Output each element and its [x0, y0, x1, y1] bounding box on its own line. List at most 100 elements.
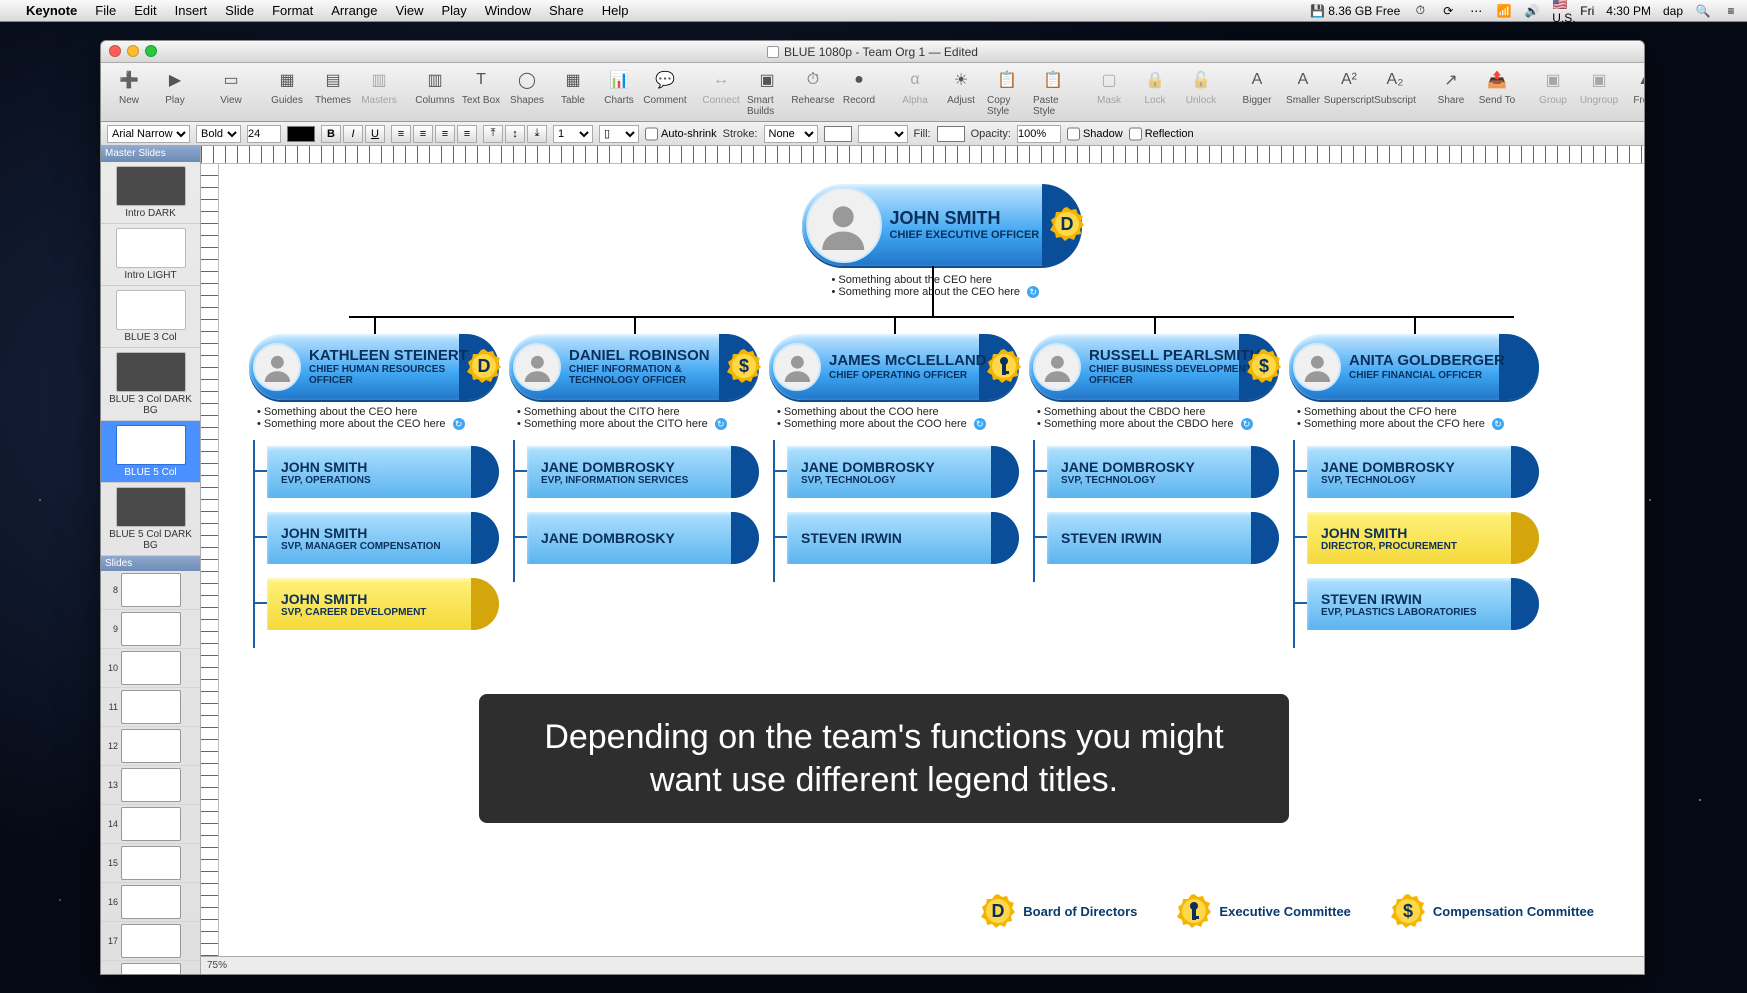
user-menu[interactable]: dap [1663, 4, 1683, 18]
toolbar-send-to[interactable]: 📤Send To [1477, 67, 1517, 106]
font-weight-select[interactable]: Bold [196, 125, 241, 143]
toolbar-guides[interactable]: ▦Guides [267, 67, 307, 106]
master-blue-5-col-dark-bg[interactable]: BLUE 5 Col DARK BG [101, 483, 200, 556]
toolbar-share[interactable]: ↗Share [1431, 67, 1471, 106]
disk-indicator[interactable]: 💾 8.36 GB Free [1310, 4, 1400, 18]
org-sub-0-1[interactable]: JOHN SMITHSVP, MANAGER COMPENSATION [267, 512, 499, 564]
font-family-select[interactable]: Arial Narrow [107, 125, 190, 143]
toolbar-rehearse[interactable]: ⏱Rehearse [793, 67, 833, 106]
close-button[interactable] [109, 45, 121, 57]
menu-play[interactable]: Play [441, 3, 466, 18]
timemachine-icon[interactable]: ⏱ [1412, 3, 1428, 18]
navigator-sidebar[interactable]: Master Slides Intro DARKIntro LIGHTBLUE … [101, 146, 201, 974]
reflection-check[interactable]: Reflection [1129, 125, 1194, 143]
toolbar-table[interactable]: ▦Table [553, 67, 593, 106]
slide-thumb-9[interactable]: 9 [101, 610, 200, 649]
notification-icon[interactable]: ≡ [1723, 4, 1739, 18]
menu-share[interactable]: Share [549, 3, 584, 18]
org-exec-3[interactable]: RUSSELL PEARLSMITHCHIEF BUSINESS DEVELOP… [1029, 334, 1279, 400]
line-spacing[interactable]: 1 [553, 125, 593, 143]
clock-day[interactable]: Fri [1580, 4, 1594, 18]
org-sub-0-2[interactable]: JOHN SMITHSVP, CAREER DEVELOPMENT [267, 578, 499, 630]
fill-swatch[interactable] [937, 126, 965, 142]
slide-thumb-16[interactable]: 16 [101, 883, 200, 922]
app-menu[interactable]: Keynote [26, 3, 77, 18]
toolbar-smart-builds[interactable]: ▣Smart Builds [747, 67, 787, 117]
opacity-input[interactable] [1017, 125, 1061, 143]
slide-thumb-13[interactable]: 13 [101, 766, 200, 805]
toolbar-superscript[interactable]: A²Superscript [1329, 67, 1369, 106]
zoom-button[interactable] [145, 45, 157, 57]
toolbar-charts[interactable]: 📊Charts [599, 67, 639, 106]
stroke-color[interactable] [824, 126, 852, 142]
valign-mid[interactable]: ↕ [505, 125, 525, 143]
master-intro-light[interactable]: Intro LIGHT [101, 224, 200, 286]
toolbar-shapes[interactable]: ◯Shapes [507, 67, 547, 106]
toolbar-subscript[interactable]: A₂Subscript [1375, 67, 1415, 106]
valign-top[interactable]: ⤒ [483, 125, 503, 143]
org-exec-2[interactable]: JAMES McCLELLANDCHIEF OPERATING OFFICER [769, 334, 1019, 400]
org-sub-1-1[interactable]: JANE DOMBROSKY [527, 512, 759, 564]
org-sub-2-1[interactable]: STEVEN IRWIN [787, 512, 1019, 564]
menu-format[interactable]: Format [272, 3, 313, 18]
titlebar[interactable]: BLUE 1080p - Team Org 1 — Edited [101, 41, 1644, 63]
menu-insert[interactable]: Insert [175, 3, 208, 18]
master-blue-3-col-dark-bg[interactable]: BLUE 3 Col DARK BG [101, 348, 200, 421]
menu-window[interactable]: Window [485, 3, 531, 18]
menu-file[interactable]: File [95, 3, 116, 18]
slide-thumb-14[interactable]: 14 [101, 805, 200, 844]
stroke-width[interactable] [858, 125, 908, 143]
menu-arrange[interactable]: Arrange [331, 3, 377, 18]
align-right[interactable]: ≡ [435, 125, 455, 143]
toolbar-columns[interactable]: ▥Columns [415, 67, 455, 106]
auto-shrink[interactable]: Auto-shrink [645, 125, 717, 143]
org-sub-4-0[interactable]: JANE DOMBROSKYSVP, TECHNOLOGY [1307, 446, 1539, 498]
toolbar-play[interactable]: ▶Play [155, 67, 195, 106]
toolbar-smaller[interactable]: ASmaller [1283, 67, 1323, 106]
toolbar-new[interactable]: ➕New [109, 67, 149, 106]
slide-thumb-10[interactable]: 10 [101, 649, 200, 688]
shadow-check[interactable]: Shadow [1067, 125, 1123, 143]
org-sub-3-1[interactable]: STEVEN IRWIN [1047, 512, 1279, 564]
font-size-input[interactable] [247, 125, 281, 143]
org-sub-4-2[interactable]: STEVEN IRWINEVP, PLASTICS LABORATORIES [1307, 578, 1539, 630]
menubar[interactable]: Keynote File Edit Insert Slide Format Ar… [0, 0, 1747, 22]
org-sub-4-1[interactable]: JOHN SMITHDIRECTOR, PROCUREMENT [1307, 512, 1539, 564]
wifi-icon[interactable]: 📶 [1496, 4, 1512, 18]
menu-edit[interactable]: Edit [134, 3, 156, 18]
org-sub-3-0[interactable]: JANE DOMBROSKYSVP, TECHNOLOGY [1047, 446, 1279, 498]
columns-select[interactable]: ▯ [599, 125, 639, 143]
org-exec-4[interactable]: ANITA GOLDBERGERCHIEF FINANCIAL OFFICER [1289, 334, 1539, 400]
org-sub-2-0[interactable]: JANE DOMBROSKYSVP, TECHNOLOGY [787, 446, 1019, 498]
font-color-swatch[interactable] [287, 126, 315, 142]
align-center[interactable]: ≡ [413, 125, 433, 143]
org-exec-0[interactable]: KATHLEEN STEINERTCHIEF HUMAN RESOURCES O… [249, 334, 499, 400]
slide-thumb-12[interactable]: 12 [101, 727, 200, 766]
menu-view[interactable]: View [396, 3, 424, 18]
toolbar-bigger[interactable]: ABigger [1237, 67, 1277, 106]
ruler-vertical[interactable] [201, 164, 219, 956]
menu-help[interactable]: Help [602, 3, 629, 18]
toolbar-adjust[interactable]: ☀Adjust [941, 67, 981, 106]
clock-time[interactable]: 4:30 PM [1606, 4, 1651, 18]
toolbar-front[interactable]: ▲Front [1625, 67, 1644, 106]
minimize-button[interactable] [127, 45, 139, 57]
org-exec-1[interactable]: DANIEL ROBINSONCHIEF INFORMATION & TECHN… [509, 334, 759, 400]
slide-thumb-15[interactable]: 15 [101, 844, 200, 883]
menu-slide[interactable]: Slide [225, 3, 254, 18]
toolbar-themes[interactable]: ▤Themes [313, 67, 353, 106]
underline-button[interactable]: U [365, 125, 385, 143]
toolbar-view[interactable]: ▭View [211, 67, 251, 106]
master-intro-dark[interactable]: Intro DARK [101, 162, 200, 224]
toolbar-paste-style[interactable]: 📋Paste Style [1033, 67, 1073, 117]
master-blue-5-col[interactable]: BLUE 5 Col [101, 421, 200, 483]
slide-thumb-17[interactable]: 17 [101, 922, 200, 961]
org-sub-1-0[interactable]: JANE DOMBROSKYEVP, INFORMATION SERVICES [527, 446, 759, 498]
bold-button[interactable]: B [321, 125, 341, 143]
align-justify[interactable]: ≡ [457, 125, 477, 143]
spotlight-icon[interactable]: 🔍 [1695, 4, 1711, 18]
org-sub-0-0[interactable]: JOHN SMITHEVP, OPERATIONS [267, 446, 499, 498]
valign-bot[interactable]: ⤓ [527, 125, 547, 143]
bluetooth-icon[interactable]: ⋯ [1468, 4, 1484, 18]
toolbar-comment[interactable]: 💬Comment [645, 67, 685, 106]
